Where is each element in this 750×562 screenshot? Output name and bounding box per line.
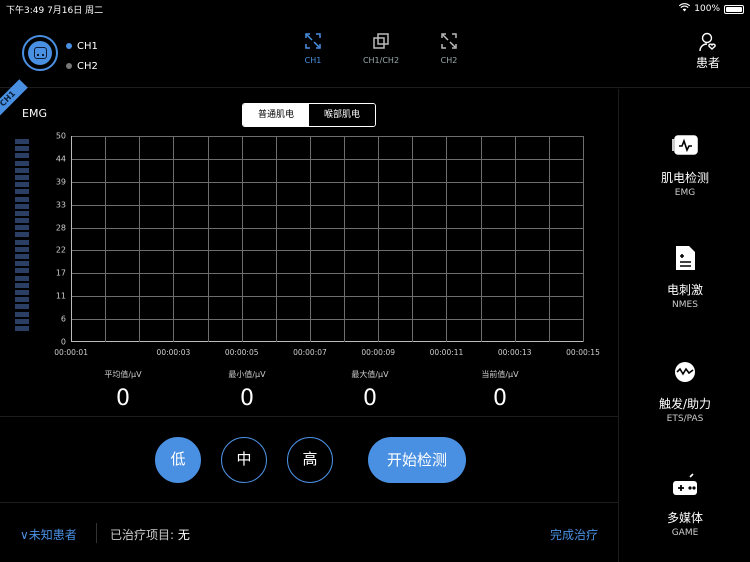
nav-emg[interactable]: 肌电检测 EMG bbox=[619, 131, 750, 198]
patient-icon bbox=[699, 32, 717, 52]
emg-label: EMG bbox=[22, 107, 47, 120]
complete-treatment-button[interactable]: 完成治疗 bbox=[550, 526, 598, 543]
level-mid-button[interactable]: 中 bbox=[221, 437, 267, 483]
device-icon bbox=[33, 47, 47, 59]
header: CH1 CH2 CH1 CH1/CH2 CH2 患者 bbox=[0, 18, 750, 88]
y-tick-label: 44 bbox=[55, 154, 66, 164]
treated-value: 无 bbox=[177, 528, 190, 542]
nav-emg-title: 肌电检测 bbox=[660, 171, 709, 185]
x-axis-labels: 00:00:01 00:00:03 00:00:05 00:00:07 00:00:09… bbox=[54, 348, 600, 360]
x-tick-label: 00:00:07 bbox=[293, 348, 327, 357]
wifi-icon bbox=[679, 3, 691, 15]
nav-nmes[interactable]: 电刺激 NMES bbox=[619, 243, 750, 310]
stat-current-value: 0 bbox=[493, 386, 507, 411]
patient-selector[interactable]: ∨未知患者 bbox=[20, 526, 77, 543]
stats-row: 平均值/μV 0 最小值/μV 0 最大值/μV 0 当前值/μV 0 bbox=[60, 369, 580, 419]
x-tick-label: 00:00:13 bbox=[497, 348, 532, 357]
stat-max: 最大值/μV 0 bbox=[320, 369, 420, 411]
stat-average-label: 平均值/μV bbox=[104, 370, 142, 379]
view-ch1[interactable]: CH1 bbox=[290, 32, 336, 65]
stat-average-value: 0 bbox=[116, 386, 130, 411]
view-ch2[interactable]: CH2 bbox=[426, 32, 472, 65]
main-panel: CH1 EMG 普通肌电 喉部肌电 50 44 39 33 28 22 17 11 6 0 00:… bbox=[0, 79, 618, 562]
y-tick-label: 50 bbox=[55, 131, 66, 141]
stat-current: 当前值/μV 0 bbox=[450, 369, 550, 411]
stat-min-label: 最小值/μV bbox=[228, 370, 266, 379]
emg-icon bbox=[670, 131, 700, 161]
status-right: 100% bbox=[679, 3, 744, 15]
expand-icon bbox=[304, 32, 322, 50]
level-low-button[interactable]: 低 bbox=[155, 437, 201, 483]
ets-icon bbox=[670, 357, 700, 387]
x-tick-label: 00:00:09 bbox=[361, 348, 396, 357]
stat-current-label: 当前值/μV bbox=[481, 370, 519, 379]
y-tick-label: 0 bbox=[60, 337, 66, 347]
x-tick-label: 00:00:03 bbox=[156, 348, 191, 357]
nav-game[interactable]: 多媒体 GAME bbox=[619, 471, 750, 538]
channel-ch1[interactable]: CH1 bbox=[66, 36, 98, 56]
channel-ch2[interactable]: CH2 bbox=[66, 56, 98, 76]
stat-average: 平均值/μV 0 bbox=[73, 369, 173, 411]
nav-game-title: 多媒体 bbox=[666, 511, 703, 525]
view-switcher: CH1 CH1/CH2 CH2 bbox=[290, 32, 472, 65]
segment-normal[interactable]: 普通肌电 bbox=[243, 104, 309, 126]
y-tick-label: 22 bbox=[55, 245, 66, 255]
view-ch1-label: CH1 bbox=[304, 56, 322, 65]
footer: ∨未知患者 已治疗项目: 无 完成治疗 bbox=[0, 502, 618, 562]
patient-button[interactable]: 患者 bbox=[696, 32, 720, 71]
x-tick-label: 00:00:05 bbox=[224, 348, 259, 357]
ch1-dot bbox=[66, 43, 72, 49]
emg-chart bbox=[71, 136, 584, 342]
status-bar: 下午3:49 7月16日 周二 100% bbox=[0, 0, 750, 16]
channel-list: CH1 CH2 bbox=[66, 36, 98, 76]
stat-max-value: 0 bbox=[363, 386, 377, 411]
y-axis-labels: 50 44 39 33 28 22 17 11 6 0 bbox=[40, 131, 66, 347]
battery-icon bbox=[724, 4, 744, 14]
nav-ets-title: 触发/助力 bbox=[658, 397, 712, 411]
segment-pelvic[interactable]: 喉部肌电 bbox=[309, 104, 375, 126]
footer-divider bbox=[96, 523, 97, 543]
view-ch1-ch2[interactable]: CH1/CH2 bbox=[358, 32, 404, 65]
level-meter bbox=[15, 139, 29, 333]
nav-ets-sub: ETS/PAS bbox=[666, 414, 704, 424]
nav-nmes-sub: NMES bbox=[672, 300, 698, 310]
level-high-button[interactable]: 高 bbox=[287, 437, 333, 483]
view-ch2-label: CH2 bbox=[440, 56, 458, 65]
ch2-dot bbox=[66, 63, 72, 69]
stat-min-value: 0 bbox=[240, 386, 254, 411]
ch1-label: CH1 bbox=[77, 40, 98, 52]
y-tick-label: 33 bbox=[55, 200, 66, 210]
treated-items: 已治疗项目: 无 bbox=[110, 526, 190, 543]
treated-label: 已治疗项目: bbox=[110, 528, 175, 542]
status-time-date: 下午3:49 7月16日 周二 bbox=[6, 6, 104, 16]
expand-icon bbox=[440, 32, 458, 50]
nav-game-sub: GAME bbox=[671, 528, 699, 538]
overlap-icon bbox=[372, 32, 390, 50]
stat-max-label: 最大值/μV bbox=[351, 370, 389, 379]
y-tick-label: 28 bbox=[55, 223, 66, 233]
x-tick-label: 00:00:15 bbox=[566, 348, 600, 357]
patient-label: 患者 bbox=[695, 56, 720, 70]
y-tick-label: 17 bbox=[55, 268, 66, 278]
y-tick-label: 11 bbox=[55, 291, 66, 301]
view-ch1-ch2-label: CH1/CH2 bbox=[362, 56, 400, 65]
sensitivity-levels: 低 中 高 bbox=[155, 437, 333, 483]
nav-emg-sub: EMG bbox=[674, 188, 696, 198]
y-tick-label: 39 bbox=[55, 177, 66, 187]
nav-ets-pas[interactable]: 触发/助力 ETS/PAS bbox=[619, 357, 750, 424]
function-sidebar: 肌电检测 EMG 电刺激 NMES 触发/助力 ETS/PAS 多媒体 GAME bbox=[618, 89, 750, 562]
stat-min: 最小值/μV 0 bbox=[197, 369, 297, 411]
x-tick-label: 00:00:11 bbox=[429, 348, 464, 357]
emg-mode-segment: 普通肌电 喉部肌电 bbox=[242, 103, 376, 127]
nmes-icon bbox=[670, 243, 700, 273]
start-detect-button[interactable]: 开始检测 bbox=[368, 437, 466, 483]
nav-nmes-title: 电刺激 bbox=[666, 283, 703, 297]
game-icon bbox=[670, 471, 700, 501]
y-tick-label: 6 bbox=[60, 314, 66, 324]
device-button[interactable] bbox=[22, 35, 58, 71]
divider bbox=[0, 416, 618, 417]
x-tick-label: 00:00:01 bbox=[54, 348, 88, 357]
ch2-label: CH2 bbox=[77, 60, 98, 72]
battery-percent: 100% bbox=[694, 4, 720, 14]
